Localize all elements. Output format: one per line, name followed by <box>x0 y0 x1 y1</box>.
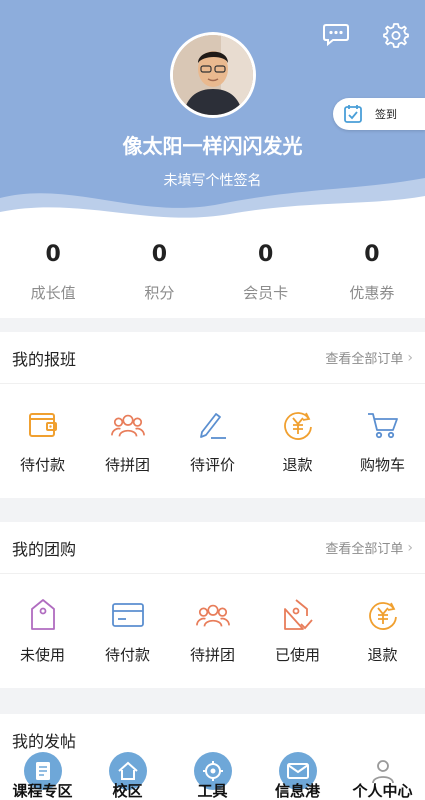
grid-item-pending-payment[interactable]: 待付款 <box>0 408 85 475</box>
chevron-right-icon: › <box>407 349 413 366</box>
section-title: 我的报班 <box>12 349 77 369</box>
checkin-label: 签到 <box>375 108 397 121</box>
settings-button[interactable] <box>381 20 411 50</box>
stat-label: 成长值 <box>30 284 76 302</box>
nav-campus[interactable]: 校区 <box>85 748 170 800</box>
section-title: 我的团购 <box>12 539 77 559</box>
wallet-icon <box>26 408 60 442</box>
nav-profile[interactable]: 个人中心 <box>340 748 425 800</box>
stat-points[interactable]: 0 积分 <box>106 228 212 318</box>
stat-value: 0 <box>151 242 168 267</box>
grid-label: 待拼团 <box>104 455 150 474</box>
stat-label: 优惠券 <box>349 284 395 302</box>
grid-item-pending-review[interactable]: 待评价 <box>170 408 255 475</box>
grid-label: 未使用 <box>19 645 65 664</box>
avatar[interactable] <box>170 32 256 118</box>
link-label: 查看全部订单 <box>325 542 404 557</box>
grid-item-cart[interactable]: 购物车 <box>340 408 425 475</box>
nav-label: 信息港 <box>274 782 320 800</box>
grid-label: 待付款 <box>104 645 150 664</box>
bottom-nav: 课程专区 校区 工具 信息港 个人中心 <box>0 748 425 800</box>
grid-label: 购物车 <box>359 455 405 474</box>
stat-growth[interactable]: 0 成长值 <box>0 228 106 318</box>
grid-item-pending-payment[interactable]: 待付款 <box>85 598 170 665</box>
grid-item-pending-group[interactable]: 待拼团 <box>85 408 170 475</box>
grid-item-refund[interactable]: 退款 <box>340 598 425 665</box>
grid-item-used[interactable]: 已使用 <box>255 598 340 665</box>
grid-label: 待拼团 <box>189 645 235 664</box>
pen-icon <box>196 408 230 442</box>
nav-tools[interactable]: 工具 <box>170 748 255 800</box>
nav-label: 工具 <box>197 782 228 800</box>
nav-label: 校区 <box>112 782 143 800</box>
group-icon <box>110 408 145 442</box>
nav-label: 个人中心 <box>352 782 413 800</box>
stat-membership-card[interactable]: 0 会员卡 <box>213 228 319 318</box>
username: 像太阳一样闪闪发光 <box>122 134 303 158</box>
my-posts-header: 我的发帖 <box>0 714 425 752</box>
my-group-buy-header: 我的团购 查看全部订单 › <box>0 522 425 574</box>
refund-icon <box>366 598 400 632</box>
card-icon <box>111 598 145 632</box>
calendar-check-icon <box>344 105 362 123</box>
my-classes-section: 我的报班 查看全部订单 › 待付款 待拼团 待评价 退款 购物车 <box>0 332 425 498</box>
tag-check-icon <box>281 598 315 632</box>
profile-header: 像太阳一样闪闪发光 未填写个性签名 签到 <box>0 0 425 230</box>
grid-label: 退款 <box>282 455 313 474</box>
gear-icon <box>383 23 409 48</box>
group-icon <box>195 598 230 632</box>
grid-label: 退款 <box>367 645 398 664</box>
grid-label: 待评价 <box>189 455 235 474</box>
stat-coupons[interactable]: 0 优惠券 <box>319 228 425 318</box>
grid-label: 已使用 <box>274 645 320 664</box>
stat-label: 积分 <box>144 284 175 302</box>
view-all-orders-link[interactable]: 查看全部订单 › <box>325 348 413 368</box>
tag-icon <box>26 598 60 632</box>
my-classes-grid: 待付款 待拼团 待评价 退款 购物车 <box>0 384 425 498</box>
cart-icon <box>366 408 400 442</box>
stat-value: 0 <box>364 242 380 267</box>
chevron-right-icon: › <box>407 539 413 556</box>
stat-value: 0 <box>257 242 274 267</box>
stats-row: 0 成长值 0 积分 0 会员卡 0 优惠券 <box>0 228 425 318</box>
stat-label: 会员卡 <box>243 284 289 302</box>
refund-icon <box>281 408 315 442</box>
my-group-buy-section: 我的团购 查看全部订单 › 未使用 待付款 待拼团 已使用 退款 <box>0 522 425 688</box>
signature[interactable]: 未填写个性签名 <box>0 170 425 190</box>
nav-label: 课程专区 <box>12 782 73 800</box>
nav-courses[interactable]: 课程专区 <box>0 748 85 800</box>
my-classes-header: 我的报班 查看全部订单 › <box>0 332 425 384</box>
grid-item-unused[interactable]: 未使用 <box>0 598 85 665</box>
chat-bubble-icon <box>323 24 349 47</box>
stat-value: 0 <box>45 242 61 267</box>
grid-item-refund[interactable]: 退款 <box>255 408 340 475</box>
message-button[interactable] <box>321 20 351 50</box>
grid-item-pending-group[interactable]: 待拼团 <box>170 598 255 665</box>
link-label: 查看全部订单 <box>325 352 404 367</box>
nav-info-port[interactable]: 信息港 <box>255 748 340 800</box>
checkin-button[interactable]: 签到 <box>333 98 425 130</box>
my-group-buy-grid: 未使用 待付款 待拼团 已使用 退款 <box>0 574 425 688</box>
avatar-photo <box>173 35 253 115</box>
view-all-orders-link[interactable]: 查看全部订单 › <box>325 538 413 558</box>
grid-label: 待付款 <box>19 455 65 474</box>
